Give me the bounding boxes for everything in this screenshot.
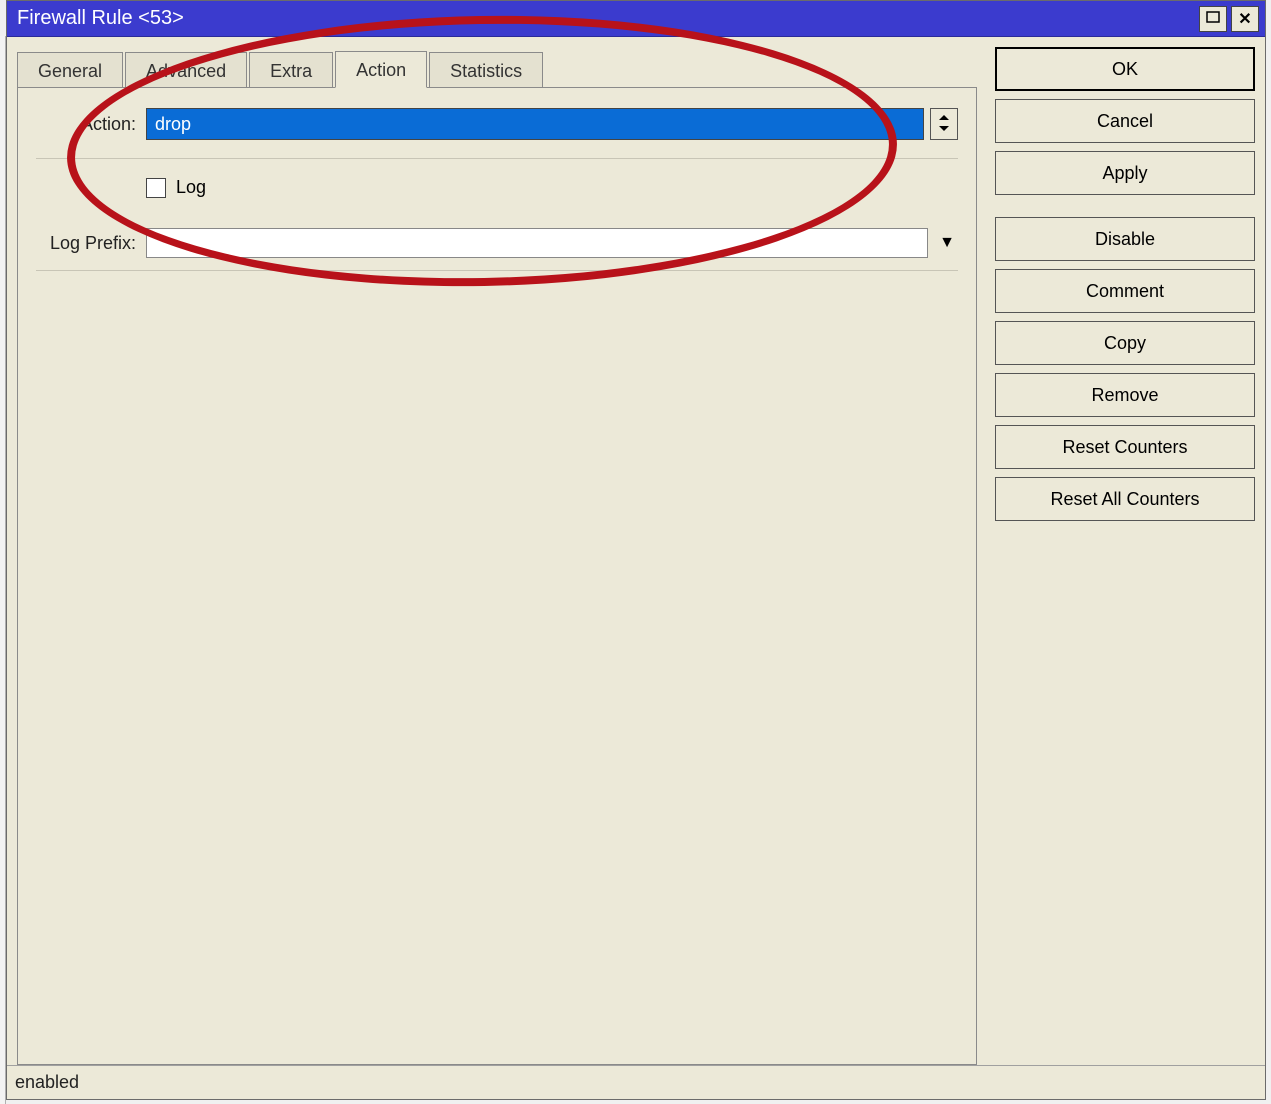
tab-advanced-label: Advanced xyxy=(146,61,226,81)
copy-button-label: Copy xyxy=(1104,333,1146,354)
button-spacer xyxy=(995,203,1255,209)
side-button-column: OK Cancel Apply Disable Comment Copy Rem… xyxy=(995,47,1255,1065)
log-prefix-row: Log Prefix: ▼ xyxy=(36,228,958,264)
window-close-button[interactable]: ✕ xyxy=(1231,6,1259,32)
ok-button[interactable]: OK xyxy=(995,47,1255,91)
apply-button-label: Apply xyxy=(1102,163,1147,184)
action-select-button-group xyxy=(930,108,958,140)
status-bar: enabled xyxy=(7,1065,1265,1099)
remove-button-label: Remove xyxy=(1091,385,1158,406)
reset-all-counters-button[interactable]: Reset All Counters xyxy=(995,477,1255,521)
comment-button[interactable]: Comment xyxy=(995,269,1255,313)
action-select-value: drop xyxy=(155,114,191,135)
tab-general-label: General xyxy=(38,61,102,81)
window-restore-button[interactable] xyxy=(1199,6,1227,32)
action-label: Action: xyxy=(36,114,146,135)
tab-action[interactable]: Action xyxy=(335,51,427,88)
titlebar: Firewall Rule <53> ✕ xyxy=(7,1,1265,37)
disable-button[interactable]: Disable xyxy=(995,217,1255,261)
log-prefix-input[interactable] xyxy=(146,228,928,258)
action-row: Action: drop xyxy=(36,108,958,159)
window-body: General Advanced Extra Action Statistics… xyxy=(7,37,1265,1099)
action-select[interactable]: drop xyxy=(146,108,924,140)
dropdown-updown-icon xyxy=(938,115,950,134)
reset-counters-button[interactable]: Reset Counters xyxy=(995,425,1255,469)
tab-action-label: Action xyxy=(356,60,406,80)
window-title: Firewall Rule <53> xyxy=(17,7,1195,30)
log-prefix-expand[interactable]: ▼ xyxy=(936,234,958,252)
reset-all-counters-button-label: Reset All Counters xyxy=(1050,489,1199,510)
tab-strip: General Advanced Extra Action Statistics xyxy=(17,47,977,87)
action-select-arrow-button[interactable] xyxy=(930,108,958,140)
tab-advanced[interactable]: Advanced xyxy=(125,52,247,88)
tab-statistics-label: Statistics xyxy=(450,61,522,81)
restore-icon xyxy=(1206,10,1220,28)
close-icon: ✕ xyxy=(1238,9,1251,29)
chevron-down-icon: ▼ xyxy=(939,234,955,251)
log-checkbox-label: Log xyxy=(176,177,206,198)
tab-general[interactable]: General xyxy=(17,52,123,88)
ok-button-label: OK xyxy=(1112,59,1138,80)
log-prefix-label: Log Prefix: xyxy=(36,233,146,254)
status-text: enabled xyxy=(15,1072,79,1093)
comment-button-label: Comment xyxy=(1086,281,1164,302)
tab-extra-label: Extra xyxy=(270,61,312,81)
log-checkbox[interactable] xyxy=(146,178,166,198)
disable-button-label: Disable xyxy=(1095,229,1155,250)
tab-statistics[interactable]: Statistics xyxy=(429,52,543,88)
remove-button[interactable]: Remove xyxy=(995,373,1255,417)
main-panel: General Advanced Extra Action Statistics… xyxy=(17,47,977,1065)
divider xyxy=(36,270,958,271)
apply-button[interactable]: Apply xyxy=(995,151,1255,195)
reset-counters-button-label: Reset Counters xyxy=(1062,437,1187,458)
dialog-window: Firewall Rule <53> ✕ General Advanced Ex… xyxy=(6,0,1266,1100)
body-top: General Advanced Extra Action Statistics… xyxy=(7,37,1265,1065)
tab-extra[interactable]: Extra xyxy=(249,52,333,88)
cancel-button-label: Cancel xyxy=(1097,111,1153,132)
copy-button[interactable]: Copy xyxy=(995,321,1255,365)
log-checkbox-row: Log xyxy=(146,177,958,198)
cancel-button[interactable]: Cancel xyxy=(995,99,1255,143)
tab-content-action: Action: drop xyxy=(17,87,977,1065)
